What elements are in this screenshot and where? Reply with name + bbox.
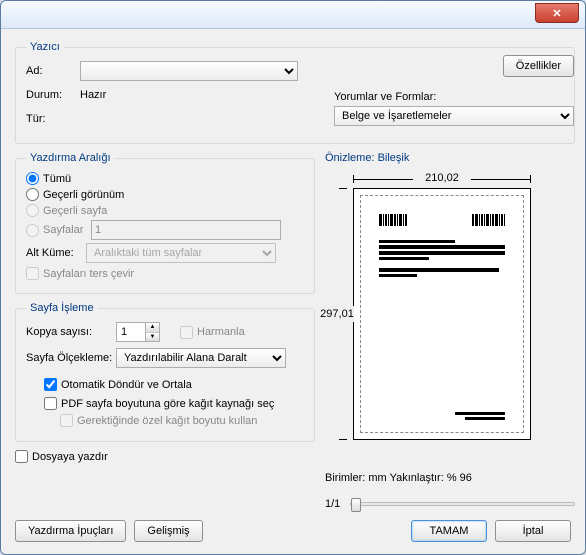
printer-group: Yazıcı Ad: Durum: Hazır Tür: Özellikler …	[15, 41, 575, 144]
auto-rotate[interactable]: Otomatik Döndür ve Ortala	[44, 378, 304, 391]
custom-paper: Gerektiğinde özel kağıt boyutu kullan	[60, 414, 304, 427]
slider-thumb[interactable]	[351, 498, 361, 512]
printer-status-label: Durum:	[26, 89, 80, 101]
print-to-file-checkbox[interactable]	[15, 450, 28, 463]
scaling-label: Sayfa Ölçekleme:	[26, 352, 116, 364]
subset-label: Alt Küme:	[26, 247, 86, 259]
range-current-view[interactable]: Geçerli görünüm	[26, 188, 304, 201]
printing-tips-button[interactable]: Yazdırma İpuçları	[15, 520, 126, 542]
range-all[interactable]: Tümü	[26, 172, 304, 185]
close-icon: ✕	[552, 8, 561, 20]
collate-checkbox	[180, 326, 193, 339]
close-button[interactable]: ✕	[535, 3, 579, 23]
page-indicator: 1/1	[325, 498, 340, 510]
range-current-page-radio	[26, 204, 39, 217]
cancel-button[interactable]: İptal	[495, 520, 571, 542]
printer-legend: Yazıcı	[26, 41, 64, 53]
barcode-icon	[379, 214, 407, 226]
comments-select[interactable]: Belge ve İşaretlemeler	[334, 106, 574, 126]
preview-width-dim: 210,02	[353, 172, 531, 184]
printer-status-value: Hazır	[80, 89, 106, 101]
titlebar[interactable]: ✕	[1, 1, 585, 29]
preview-area: 210,02 297,01	[325, 168, 575, 468]
collate: Harmanla	[180, 326, 245, 339]
range-current-view-radio[interactable]	[26, 188, 39, 201]
paper-source-checkbox[interactable]	[44, 397, 57, 410]
print-range-group: Yazdırma Aralığı Tümü Geçerli görünüm Ge…	[15, 152, 315, 294]
comments-label: Yorumlar ve Formlar:	[334, 91, 574, 103]
print-to-file[interactable]: Dosyaya yazdır	[15, 450, 315, 463]
range-current-page: Geçerli sayfa	[26, 204, 304, 217]
advanced-button[interactable]: Gelişmiş	[134, 520, 202, 542]
range-all-radio[interactable]	[26, 172, 39, 185]
printer-name-label: Ad:	[26, 65, 80, 77]
print-dialog: ✕ Yazıcı Ad: Durum: Hazır Tür: Özellikle…	[0, 0, 586, 555]
range-legend: Yazdırma Aralığı	[26, 152, 115, 164]
page-slider[interactable]	[350, 502, 575, 506]
auto-rotate-checkbox[interactable]	[44, 378, 57, 391]
spinner-down-icon[interactable]: ▼	[146, 333, 159, 342]
printer-type-label: Tür:	[26, 113, 80, 125]
handling-legend: Sayfa İşleme	[26, 302, 98, 314]
preview-label: Önizleme: Bileşik	[325, 152, 575, 164]
properties-button[interactable]: Özellikler	[503, 55, 574, 77]
custom-paper-checkbox	[60, 414, 73, 427]
copies-label: Kopya sayısı:	[26, 326, 116, 338]
copies-input[interactable]	[117, 323, 145, 341]
preview-height-dim: 297,01	[325, 188, 349, 440]
units-line: Birimler: mm Yakınlaştır: % 96	[325, 472, 575, 484]
ok-button[interactable]: TAMAM	[411, 520, 487, 542]
reverse-checkbox	[26, 267, 39, 280]
copies-spinner[interactable]: ▲ ▼	[116, 322, 160, 342]
printer-name-select[interactable]	[80, 61, 298, 81]
subset-select: Aralıktaki tüm sayfalar	[86, 243, 276, 263]
reverse-pages: Sayfaları ters çevir	[26, 267, 304, 280]
page-handling-group: Sayfa İşleme Kopya sayısı: ▲ ▼ H	[15, 302, 315, 442]
scaling-select[interactable]: Yazdırılabilir Alana Daralt	[116, 348, 286, 368]
preview-page	[353, 188, 531, 440]
paper-source[interactable]: PDF sayfa boyutuna göre kağıt kaynağı se…	[44, 397, 304, 410]
spinner-up-icon[interactable]: ▲	[146, 323, 159, 333]
range-pages-radio	[26, 224, 39, 237]
barcode-icon	[472, 214, 505, 226]
range-pages-input	[91, 220, 281, 240]
range-pages: Sayfalar	[26, 220, 304, 240]
